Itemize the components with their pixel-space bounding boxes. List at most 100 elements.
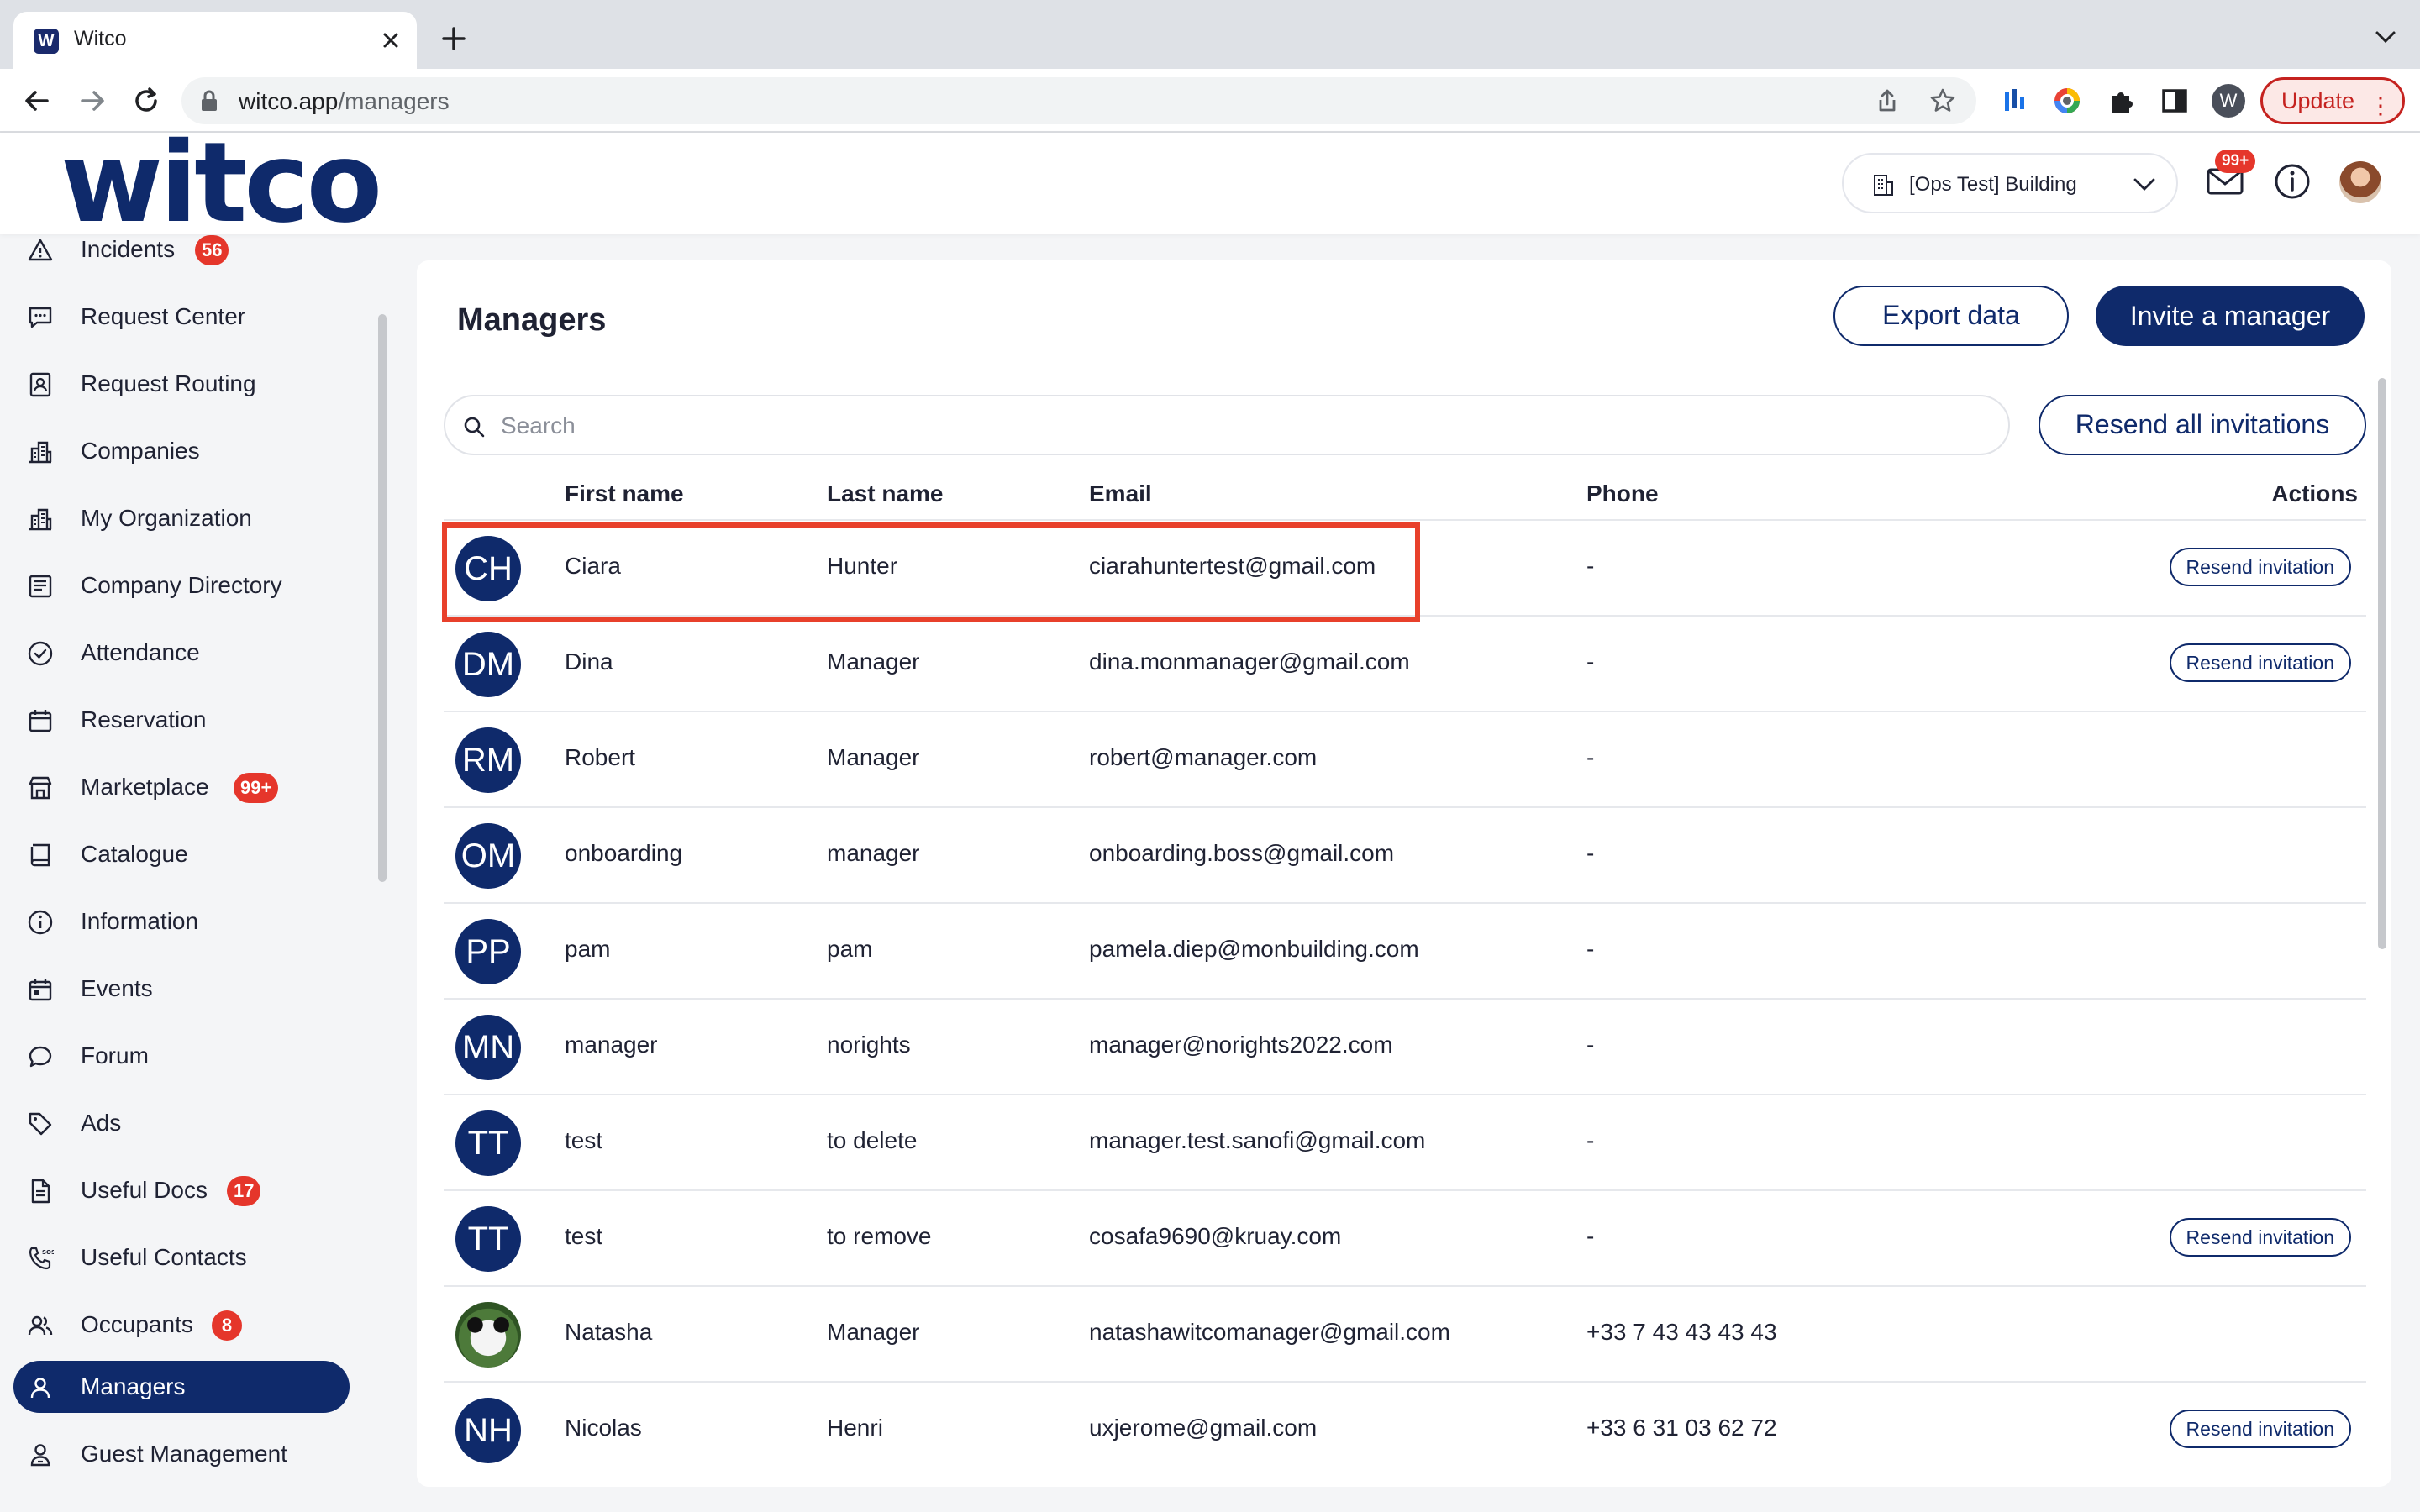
column-header-first-name[interactable]: First name — [565, 480, 684, 507]
table-row[interactable]: TT test to remove cosafa9690@kruay.com - Rese… — [444, 1189, 2366, 1285]
sidebar-item-managers[interactable]: Managers — [13, 1361, 350, 1413]
table-row[interactable]: OM onboarding manager onboarding.boss@gmail… — [444, 806, 2366, 902]
first-name-cell: Dina — [565, 648, 613, 675]
last-name-cell: Manager — [827, 744, 920, 770]
sidebar-item-request-routing[interactable]: Request Routing — [13, 358, 350, 410]
sidebar-item-label: My Organization — [81, 505, 252, 531]
share-icon[interactable] — [1874, 87, 1901, 114]
sidepanel-icon[interactable] — [2160, 86, 2190, 116]
resend-all-invitations-button[interactable]: Resend all invitations — [2039, 395, 2366, 455]
last-name-cell: Manager — [827, 648, 920, 675]
phone-cell: - — [1586, 1127, 1595, 1153]
first-name-cell: Nicolas — [565, 1415, 642, 1441]
table-row[interactable]: NH Nicolas Henri uxjerome@gmail.com +33 6 31… — [444, 1381, 2366, 1477]
extension-bars-icon[interactable] — [2000, 86, 2030, 116]
phone-cell: +33 6 31 03 62 72 — [1586, 1415, 1777, 1441]
browser-profile-avatar[interactable]: W — [2212, 84, 2245, 118]
search-field[interactable] — [444, 395, 2010, 455]
lock-icon[interactable] — [198, 89, 220, 113]
phone-cell: +33 7 43 43 43 43 — [1586, 1319, 1777, 1345]
email-cell: natashawitcomanager@gmail.com — [1089, 1319, 1450, 1345]
forward-icon[interactable] — [76, 84, 109, 118]
reload-icon[interactable] — [129, 84, 163, 118]
chevron-down-icon[interactable] — [2373, 29, 2398, 45]
column-header-phone[interactable]: Phone — [1586, 480, 1659, 507]
table-scrollbar[interactable] — [2378, 378, 2386, 949]
table-row[interactable]: DM Dina Manager dina.monmanager@gmail.com - R… — [444, 615, 2366, 711]
sidebar-item-label: Information — [81, 908, 199, 934]
close-icon[interactable] — [376, 26, 405, 55]
phone-cell: - — [1586, 553, 1595, 579]
address-bar[interactable]: witco.app/managers — [182, 77, 1976, 124]
building-selector[interactable]: [Ops Test] Building — [1842, 153, 2178, 213]
sidebar-scrollbar[interactable] — [378, 314, 387, 882]
table-row[interactable]: RM Robert Manager robert@manager.com - — [444, 711, 2366, 806]
sidebar-item-company-directory[interactable]: Company Directory — [13, 559, 350, 612]
url-path: /managers — [338, 88, 450, 114]
buildings-icon — [29, 441, 52, 464]
column-header-last-name[interactable]: Last name — [827, 480, 944, 507]
table-row[interactable]: PP pam pam pamela.diep@monbuilding.com - — [444, 902, 2366, 998]
tag-icon — [29, 1112, 52, 1136]
sidebar-item-reservation[interactable]: Reservation — [13, 694, 350, 746]
resend-invitation-button[interactable]: Resend invitation — [2169, 1218, 2351, 1257]
export-data-button[interactable]: Export data — [1833, 286, 2069, 346]
sidebar-item-label: Useful Docs — [81, 1177, 208, 1203]
first-name-cell: test — [565, 1223, 603, 1249]
sidebar-item-events[interactable]: Events — [13, 963, 350, 1015]
invite-manager-button[interactable]: Invite a manager — [2096, 286, 2365, 346]
sidebar-item-occupants[interactable]: Occupants 8 — [13, 1299, 350, 1351]
sidebar-item-label: Company Directory — [81, 572, 282, 598]
column-header-actions: Actions — [2271, 480, 2358, 507]
sidebar-item-label: Useful Contacts — [81, 1244, 247, 1270]
phone-cell: - — [1586, 1223, 1595, 1249]
color-picker-extension-icon[interactable] — [2052, 86, 2082, 116]
sidebar-item-information[interactable]: Information — [13, 895, 350, 948]
sidebar-item-catalogue[interactable]: Catalogue — [13, 828, 350, 880]
phone-sos-icon: SOS — [29, 1247, 54, 1270]
avatar-initials: TT — [455, 1206, 521, 1272]
table-row[interactable]: MN manager norights manager@norights2022.co… — [444, 998, 2366, 1094]
building-icon — [1874, 175, 1893, 196]
table-row[interactable]: TT test to delete manager.test.sanofi@gmail… — [444, 1094, 2366, 1189]
user-avatar[interactable] — [2339, 161, 2381, 203]
avatar-initials: CH — [455, 536, 521, 601]
resend-invitation-button[interactable]: Resend invitation — [2169, 643, 2351, 682]
update-button[interactable]: Update ⋮ — [2260, 77, 2405, 124]
tab-title: Witco — [74, 27, 127, 50]
star-icon[interactable] — [1929, 87, 1956, 114]
email-cell: manager.test.sanofi@gmail.com — [1089, 1127, 1426, 1153]
sidebar-item-useful-contacts[interactable]: SOS Useful Contacts — [13, 1231, 350, 1284]
resend-invitation-button[interactable]: Resend invitation — [2169, 548, 2351, 586]
sidebar: Incidents 56 Request Center Request Rout… — [0, 234, 395, 1512]
sidebar-item-request-center[interactable]: Request Center — [13, 291, 350, 343]
search-input[interactable] — [501, 408, 1980, 444]
table-row[interactable]: Natasha Manager natashawitcomanager@gmail.… — [444, 1285, 2366, 1381]
column-header-email[interactable]: Email — [1089, 480, 1152, 507]
occupants-count-badge: 8 — [212, 1310, 242, 1341]
sidebar-item-guest-management[interactable]: Guest Management — [13, 1428, 350, 1480]
sidebar-item-attendance[interactable]: Attendance — [13, 627, 350, 679]
resend-invitation-button[interactable]: Resend invitation — [2169, 1410, 2351, 1448]
table-row[interactable]: CH Ciara Hunter ciarahuntertest@gmail.com - R… — [444, 519, 2366, 615]
sidebar-item-useful-docs[interactable]: Useful Docs 17 — [13, 1164, 350, 1216]
warning-icon — [28, 239, 53, 261]
sidebar-item-my-organization[interactable]: My Organization — [13, 492, 350, 544]
witco-logo[interactable]: witco — [60, 128, 382, 239]
sidebar-item-marketplace[interactable]: Marketplace 99+ — [13, 761, 350, 813]
back-icon[interactable] — [20, 84, 54, 118]
sidebar-item-forum[interactable]: Forum — [13, 1030, 350, 1082]
info-icon[interactable] — [2272, 161, 2312, 202]
new-tab-plus-icon[interactable] — [439, 24, 469, 54]
browser-tab-strip: W Witco — [0, 0, 2420, 69]
sidebar-item-label: Occupants — [81, 1311, 193, 1337]
first-name-cell: Natasha — [565, 1319, 653, 1345]
email-cell: dina.monmanager@gmail.com — [1089, 648, 1410, 675]
info-icon — [28, 910, 53, 935]
puzzle-icon[interactable] — [2106, 86, 2136, 116]
sidebar-item-companies[interactable]: Companies — [13, 425, 350, 477]
chevron-down-icon — [2133, 178, 2155, 191]
sidebar-item-ads[interactable]: Ads — [13, 1097, 350, 1149]
routing-icon — [29, 372, 51, 397]
browser-tab[interactable]: W Witco — [13, 12, 417, 69]
